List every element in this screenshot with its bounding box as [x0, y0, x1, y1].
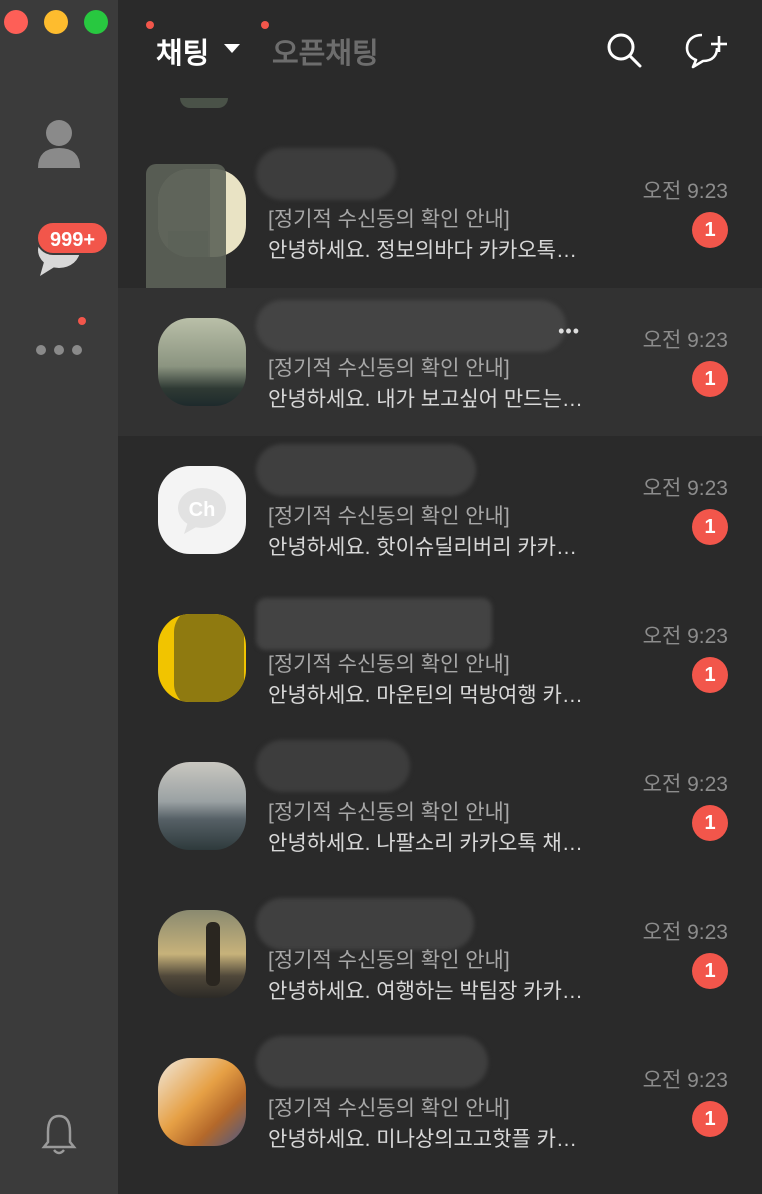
chat-line1: [정기적 수신동의 확인 안내] [268, 949, 510, 972]
chat-name-redacted [256, 598, 492, 650]
chat-avatar [158, 762, 246, 850]
chat-line1: [정기적 수신동의 확인 안내] [268, 357, 510, 380]
unread-badge: 1 [692, 361, 728, 397]
person-icon [38, 120, 80, 168]
chat-preview: 안녕하세요. 핫이슈딜리버리 카카… [268, 536, 577, 559]
partial-avatar [180, 98, 228, 108]
more-options-icon[interactable]: ••• [558, 321, 580, 342]
chat-avatar: Ch [158, 466, 246, 554]
chat-row[interactable]: ••• [정기적 수신동의 확인 안내] 안녕하세요. 내가 보고싶어 만드는…… [118, 288, 762, 436]
chat-row[interactable]: [정기적 수신동의 확인 안내] 안녕하세요. 미나상의고고핫플 카… 오전 9… [118, 1028, 762, 1176]
window-close-button[interactable] [4, 10, 28, 34]
chat-line1: [정기적 수신동의 확인 안내] [268, 505, 510, 528]
unread-badge: 1 [692, 805, 728, 841]
chat-preview: 안녕하세요. 정보의바다 카카오톡… [268, 239, 577, 262]
chat-avatar [158, 318, 246, 406]
chat-row[interactable]: [정기적 수신동의 확인 안내] 안녕하세요. 여행하는 박팀장 카카… 오전 … [118, 880, 762, 1028]
chat-preview: 안녕하세요. 내가 보고싶어 만드는… [268, 388, 583, 411]
chat-row[interactable]: Ch [정기적 수신동의 확인 안내] 안녕하세요. 핫이슈딜리버리 카카… 오… [118, 436, 762, 584]
tab-openchat[interactable]: 오픈채팅 [272, 30, 379, 72]
chat-tab-dot [146, 21, 154, 29]
more-tab[interactable] [0, 338, 118, 362]
chat-preview: 안녕하세요. 마운틴의 먹방여행 카… [268, 684, 583, 707]
unread-badge: 1 [692, 953, 728, 989]
chat-line1: [정기적 수신동의 확인 안내] [268, 1097, 510, 1120]
chat-row[interactable]: [정기적 수신동의 확인 안내] 안녕하세요. 마운틴의 먹방여행 카… 오전 … [118, 584, 762, 732]
unread-badge: 1 [692, 212, 728, 248]
chat-time: 오전 9:23 [642, 1069, 728, 1092]
chat-name-redacted [256, 300, 566, 352]
chat-name-redacted [256, 444, 476, 496]
chat-preview: 안녕하세요. 나팔소리 카카오톡 채… [268, 832, 583, 855]
chevron-down-icon[interactable] [224, 44, 240, 53]
notification-button[interactable] [0, 1112, 118, 1156]
svg-text:Ch: Ch [189, 499, 216, 521]
chat-line1: [정기적 수신동의 확인 안내] [268, 801, 510, 824]
chat-time: 오전 9:23 [642, 477, 728, 500]
window-minimize-button[interactable] [44, 10, 68, 34]
chat-time: 오전 9:23 [642, 921, 728, 944]
chat-name-redacted [256, 1036, 488, 1088]
chat-time: 오전 9:23 [642, 625, 728, 648]
chat-unread-badge: 999+ [36, 221, 110, 255]
tab-chat[interactable]: 채팅 [156, 30, 209, 72]
chat-avatar [158, 910, 246, 998]
chat-time: 오전 9:23 [642, 180, 728, 203]
more-notification-dot [78, 317, 86, 325]
chat-avatar [158, 1058, 246, 1146]
chat-line1: [정기적 수신동의 확인 안내] [268, 653, 510, 676]
search-icon [607, 33, 642, 68]
chat-name-redacted [256, 898, 474, 950]
chat-line1: [정기적 수신동의 확인 안내] [268, 208, 510, 231]
more-icon [36, 345, 82, 355]
chat-name-redacted [256, 740, 410, 792]
unread-badge: 1 [692, 1101, 728, 1137]
new-chat-button[interactable] [684, 30, 727, 70]
chat-preview: 안녕하세요. 미나상의고고핫플 카… [268, 1128, 577, 1151]
chat-header: 채팅 오픈채팅 [118, 0, 762, 98]
chat-time: 오전 9:23 [642, 329, 728, 352]
openchat-tab-dot [261, 21, 269, 29]
chat-preview: 안녕하세요. 여행하는 박팀장 카카… [268, 980, 583, 1003]
sidebar: 999+ [0, 0, 118, 1194]
unread-badge: 1 [692, 509, 728, 545]
chat-avatar [158, 614, 246, 702]
window-zoom-button[interactable] [84, 10, 108, 34]
chat-name-redacted [256, 148, 396, 200]
chat-row[interactable]: [정기적 수신동의 확인 안내] 안녕하세요. 나팔소리 카카오톡 채… 오전 … [118, 732, 762, 880]
friends-tab[interactable] [0, 118, 118, 172]
chat-time: 오전 9:23 [642, 773, 728, 796]
new-chat-icon [685, 33, 727, 69]
unread-badge: 1 [692, 657, 728, 693]
chat-row[interactable]: [정기적 수신동의 확인 안내] 안녕하세요. 정보의바다 카카오톡… 오전 9… [118, 136, 762, 354]
bell-icon [41, 1114, 77, 1155]
channel-icon: Ch [178, 488, 226, 534]
search-button[interactable] [604, 30, 644, 70]
